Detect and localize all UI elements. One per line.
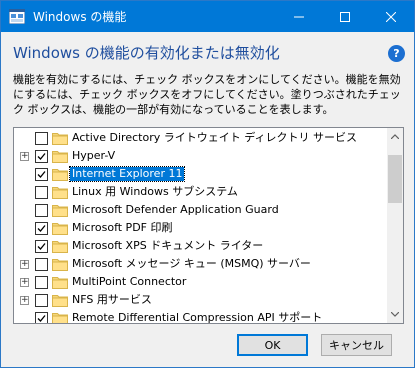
feature-checkbox[interactable] — [35, 312, 48, 323]
dialog-heading: Windows の機能の有効化または無効化 — [13, 44, 280, 62]
window-title: Windows の機能 — [33, 10, 127, 24]
feature-label: Microsoft PDF 印刷 — [72, 221, 173, 234]
expand-icon[interactable]: + — [20, 296, 29, 305]
feature-row[interactable]: + Microsoft メッセージ キュー (MSMQ) サーバー — [14, 255, 387, 273]
checkmark-icon — [37, 225, 46, 232]
feature-label: Microsoft XPS ドキュメント ライター — [72, 239, 264, 252]
feature-label: Active Directory ライトウェイト ディレクトリ サービス — [72, 131, 357, 144]
feature-checkbox[interactable] — [35, 276, 48, 289]
feature-row[interactable]: + Hyper-V — [14, 147, 387, 165]
feature-checkbox[interactable] — [35, 132, 48, 145]
title-bar[interactable]: Windows の機能 — [1, 1, 414, 32]
checkmark-icon — [37, 171, 46, 178]
feature-row[interactable]: + MultiPoint Connector — [14, 273, 387, 291]
feature-row[interactable]: Remote Differential Compression API サポート — [14, 309, 387, 324]
chevron-down-icon — [391, 312, 399, 317]
feature-row[interactable]: Microsoft Defender Application Guard — [14, 201, 387, 219]
maximize-button[interactable] — [322, 1, 368, 32]
features-tree[interactable]: Active Directory ライトウェイト ディレクトリ サービス + Hyp… — [13, 127, 404, 324]
feature-checkbox[interactable] — [35, 294, 48, 307]
feature-checkbox[interactable] — [35, 222, 48, 235]
feature-row[interactable]: Microsoft XPS ドキュメント ライター — [14, 237, 387, 255]
maximize-icon — [340, 11, 350, 22]
checkmark-icon — [37, 153, 46, 160]
cancel-button[interactable]: キャンセル — [321, 334, 392, 356]
feature-label: Microsoft Defender Application Guard — [72, 203, 279, 216]
folder-icon — [52, 151, 68, 163]
feature-checkbox[interactable] — [35, 204, 48, 217]
feature-checkbox[interactable] — [35, 258, 48, 271]
expand-icon[interactable]: + — [20, 278, 29, 287]
close-icon — [386, 11, 396, 22]
expand-icon[interactable]: + — [20, 152, 29, 161]
scroll-up-button[interactable] — [387, 128, 403, 145]
folder-icon — [52, 187, 68, 199]
checkmark-icon — [37, 315, 46, 322]
feature-row[interactable]: Microsoft PDF 印刷 — [14, 219, 387, 237]
description-text: 機能を有効にするには、チェック ボックスをオンにしてください。機能を無効にするに… — [13, 73, 401, 116]
folder-icon — [52, 241, 68, 253]
feature-checkbox[interactable] — [35, 150, 48, 163]
windows-features-icon — [9, 9, 25, 24]
help-icon[interactable]: ? — [388, 45, 405, 62]
feature-row[interactable]: Internet Explorer 11 — [14, 165, 387, 183]
checkmark-icon — [37, 243, 46, 250]
feature-label: Hyper-V — [72, 149, 116, 162]
feature-label: Internet Explorer 11 — [68, 166, 186, 182]
folder-icon — [52, 295, 68, 307]
minimize-icon — [294, 16, 304, 17]
folder-icon — [52, 169, 68, 181]
feature-row[interactable]: Active Directory ライトウェイト ディレクトリ サービス — [14, 129, 387, 147]
folder-icon — [52, 205, 68, 217]
scroll-down-button[interactable] — [387, 306, 403, 323]
feature-label: Linux 用 Windows サブシステム — [72, 185, 238, 198]
folder-icon — [52, 223, 68, 235]
folder-icon — [52, 277, 68, 289]
minimize-button[interactable] — [276, 1, 322, 32]
windows-features-dialog: Windows の機能 Windows の機能の有効化または無効化 ? 機能を有… — [0, 0, 415, 368]
feature-label: Microsoft メッセージ キュー (MSMQ) サーバー — [72, 257, 311, 270]
folder-icon — [52, 259, 68, 271]
close-button[interactable] — [368, 1, 414, 32]
folder-icon — [52, 313, 68, 323]
scrollbar-thumb[interactable] — [388, 155, 402, 203]
feature-label: NFS 用サービス — [72, 293, 152, 306]
vertical-scrollbar[interactable] — [387, 128, 403, 323]
feature-checkbox[interactable] — [35, 240, 48, 253]
expand-icon[interactable]: + — [20, 260, 29, 269]
chevron-up-icon — [391, 134, 399, 139]
feature-row[interactable]: + NFS 用サービス — [14, 291, 387, 309]
folder-icon — [52, 133, 68, 145]
ok-button[interactable]: OK — [237, 334, 308, 356]
feature-checkbox[interactable] — [35, 186, 48, 199]
feature-label: MultiPoint Connector — [72, 275, 187, 288]
feature-label: Remote Differential Compression API サポート — [72, 311, 323, 324]
feature-checkbox[interactable] — [35, 168, 48, 181]
feature-row[interactable]: Linux 用 Windows サブシステム — [14, 183, 387, 201]
